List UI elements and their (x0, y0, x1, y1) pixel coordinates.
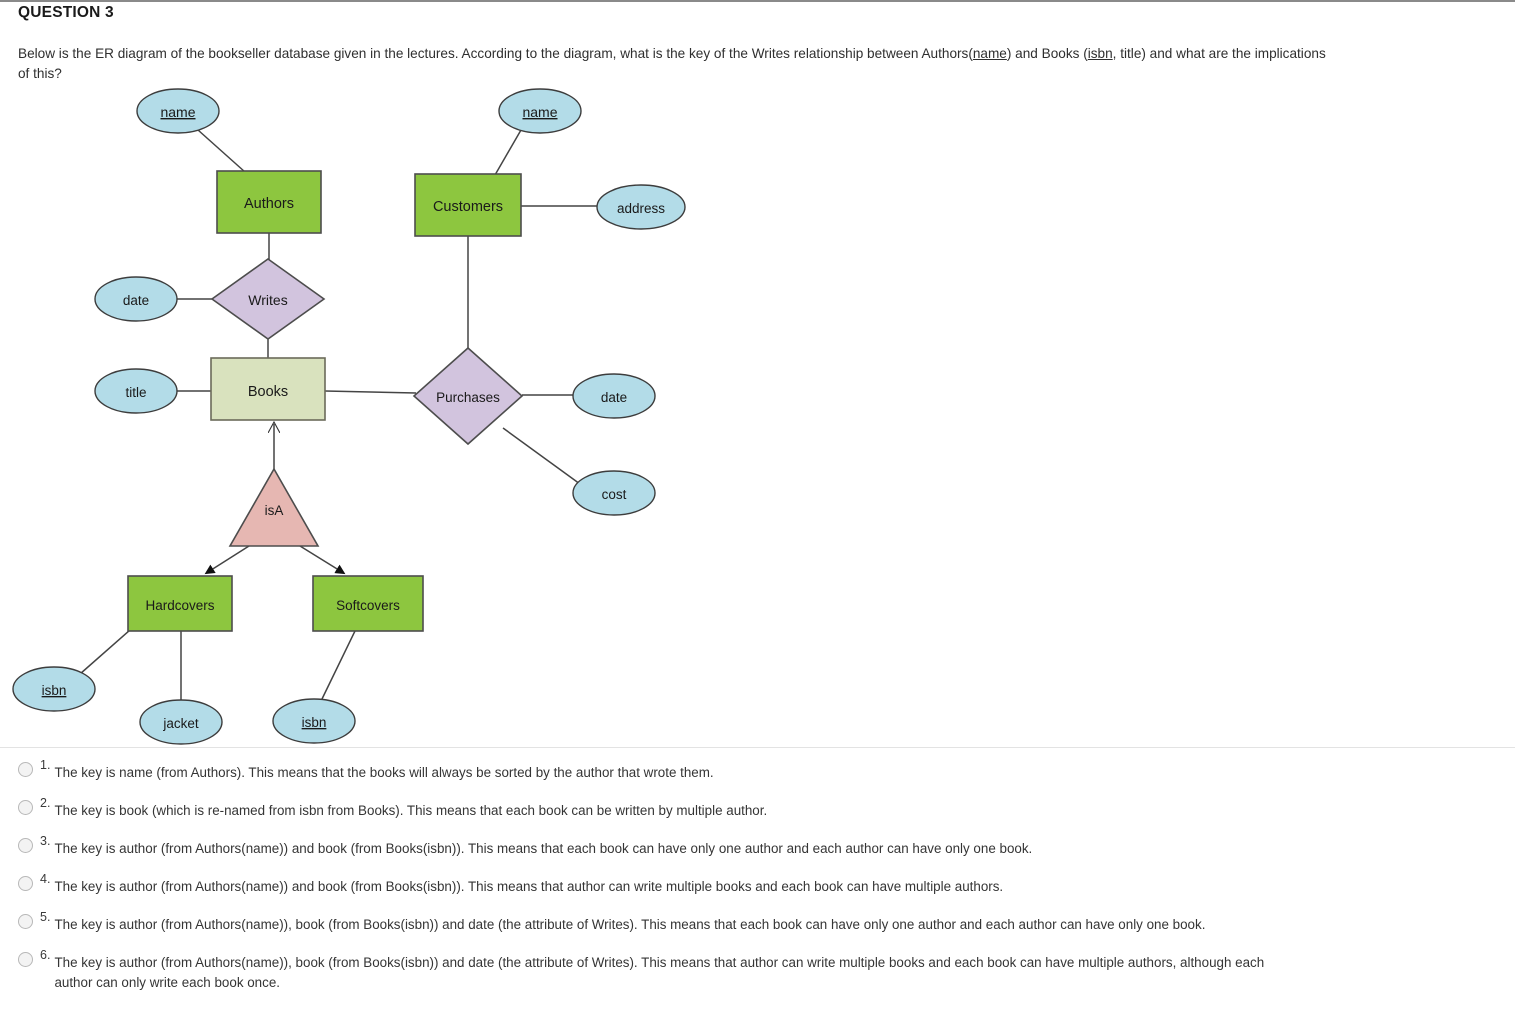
prompt-key-name: name (972, 46, 1007, 61)
entity-hardcovers-label: Hardcovers (145, 598, 214, 613)
attribute-softcovers-isbn-label: isbn (302, 715, 327, 730)
radio-button-4[interactable] (18, 876, 33, 891)
er-diagram: Authors Customers Books Hardcovers Softc… (0, 84, 760, 749)
attribute-purchases-date[interactable]: date (572, 373, 656, 419)
attribute-purchases-date-label: date (601, 390, 627, 405)
attribute-customers-address[interactable]: address (596, 184, 686, 230)
page-title: QUESTION 3 (18, 4, 114, 21)
isa-triangle[interactable]: isA (228, 467, 320, 547)
entity-books[interactable]: Books (210, 357, 326, 421)
entity-authors[interactable]: Authors (216, 170, 322, 234)
attribute-hardcovers-isbn[interactable]: isbn (12, 666, 96, 712)
attribute-books-title-label: title (125, 385, 146, 400)
entity-hardcovers[interactable]: Hardcovers (127, 575, 233, 632)
relationship-writes[interactable]: Writes (210, 258, 326, 340)
edge-customers-name (494, 129, 522, 176)
option-text-3: The key is author (from Authors(name)) a… (54, 841, 1033, 856)
answer-option-1[interactable]: 1. The key is name (from Authors). This … (0, 758, 1515, 783)
attribute-purchases-cost-label: cost (602, 487, 627, 502)
isa-label: isA (265, 503, 284, 518)
radio-button-6[interactable] (18, 952, 33, 967)
relationship-purchases-label: Purchases (436, 390, 500, 405)
edge-purchases-cost (502, 427, 581, 485)
attribute-writes-date[interactable]: date (94, 276, 178, 322)
attribute-authors-name[interactable]: name (136, 88, 220, 134)
option-number-1: 1. (40, 758, 51, 772)
option-text-2: The key is book (which is re-named from … (54, 803, 768, 818)
attribute-hardcovers-jacket[interactable]: jacket (139, 699, 223, 745)
entity-books-label: Books (248, 384, 288, 400)
option-text-4: The key is author (from Authors(name)) a… (54, 879, 1004, 894)
option-number-2: 2. (40, 796, 51, 810)
option-number-6: 6. (40, 948, 51, 962)
radio-button-3[interactable] (18, 838, 33, 853)
answer-option-2[interactable]: 2. The key is book (which is re-named fr… (0, 796, 1515, 821)
relationship-writes-label: Writes (248, 292, 287, 308)
attribute-books-title[interactable]: title (94, 368, 178, 414)
attribute-authors-name-label: name (160, 104, 195, 120)
answer-option-4[interactable]: 4. The key is author (from Authors(name)… (0, 872, 1515, 897)
attribute-customers-name[interactable]: name (498, 88, 582, 134)
section-divider (0, 747, 1515, 748)
attribute-hardcovers-isbn-label: isbn (42, 683, 67, 698)
question-prompt: Below is the ER diagram of the bookselle… (18, 44, 1328, 84)
prompt-segment-2: ) and Books ( (1006, 46, 1088, 61)
option-number-3: 3. (40, 834, 51, 848)
option-number-4: 4. (40, 872, 51, 886)
entity-authors-label: Authors (244, 196, 294, 212)
attributes-group: name name address date title date cost i… (12, 88, 686, 745)
attribute-writes-date-label: date (123, 293, 149, 308)
prompt-key-isbn: isbn (1087, 46, 1113, 61)
option-text-6: The key is author (from Authors(name)), … (54, 955, 1265, 990)
attribute-softcovers-isbn[interactable]: isbn (272, 698, 356, 744)
answer-option-3[interactable]: 3. The key is author (from Authors(name)… (0, 834, 1515, 859)
radio-button-2[interactable] (18, 800, 33, 815)
prompt-segment-1: Below is the ER diagram of the bookselle… (18, 46, 973, 61)
attribute-purchases-cost[interactable]: cost (572, 470, 656, 516)
entity-softcovers-label: Softcovers (336, 598, 400, 613)
attribute-customers-name-label: name (522, 104, 557, 120)
entity-softcovers[interactable]: Softcovers (312, 575, 424, 632)
answer-option-6[interactable]: 6. The key is author (from Authors(name)… (0, 948, 1515, 993)
option-text-5: The key is author (from Authors(name)), … (54, 917, 1206, 932)
entity-customers-label: Customers (433, 199, 503, 215)
answer-option-5[interactable]: 5. The key is author (from Authors(name)… (0, 910, 1515, 935)
entity-customers[interactable]: Customers (414, 173, 522, 237)
option-text-1: The key is name (from Authors). This mea… (54, 765, 714, 780)
answer-options-list: 1. The key is name (from Authors). This … (0, 758, 1515, 1006)
edge-authors-name (197, 129, 246, 173)
radio-button-5[interactable] (18, 914, 33, 929)
edge-isa-hardcovers (204, 545, 250, 575)
edge-books-purchases (324, 390, 417, 394)
radio-button-1[interactable] (18, 762, 33, 777)
edge-isa-softcovers (299, 545, 346, 575)
question-page: QUESTION 3 Below is the ER diagram of th… (0, 0, 1515, 1015)
attribute-hardcovers-jacket-label: jacket (162, 716, 199, 731)
option-number-5: 5. (40, 910, 51, 924)
edge-hardcovers-isbn (79, 629, 131, 675)
edge-softcovers-isbn (321, 630, 356, 700)
attribute-customers-address-label: address (617, 201, 665, 216)
er-diagram-canvas: Authors Customers Books Hardcovers Softc… (12, 88, 686, 745)
